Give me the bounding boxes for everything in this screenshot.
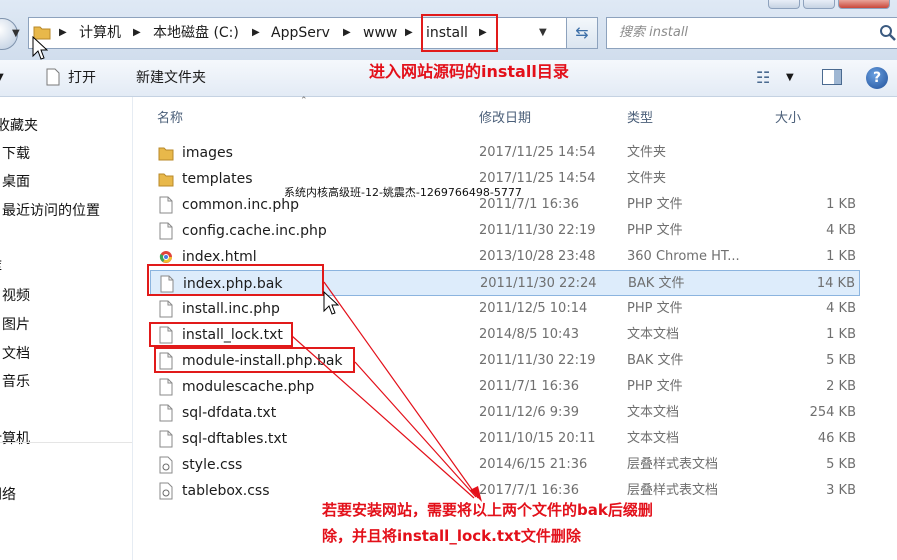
watermark-text: 系统内核高级班-12-姚震杰-1269766498-5777 (284, 186, 522, 199)
mouse-cursor-icon (32, 36, 48, 60)
annotation-arrows (291, 281, 482, 502)
mouse-cursor-icon (323, 291, 339, 315)
annotation-line-2: 除，并且将install_lock.txt文件删除 (322, 527, 581, 545)
annotation-enter-install: 进入网站源码的install目录 (369, 62, 569, 81)
annotation-line-1: 若要安装网站，需要将以上两个文件的bak后缀删 (322, 501, 653, 519)
annotation-instructions: 若要安装网站，需要将以上两个文件的bak后缀删 除，并且将install_loc… (322, 497, 653, 549)
